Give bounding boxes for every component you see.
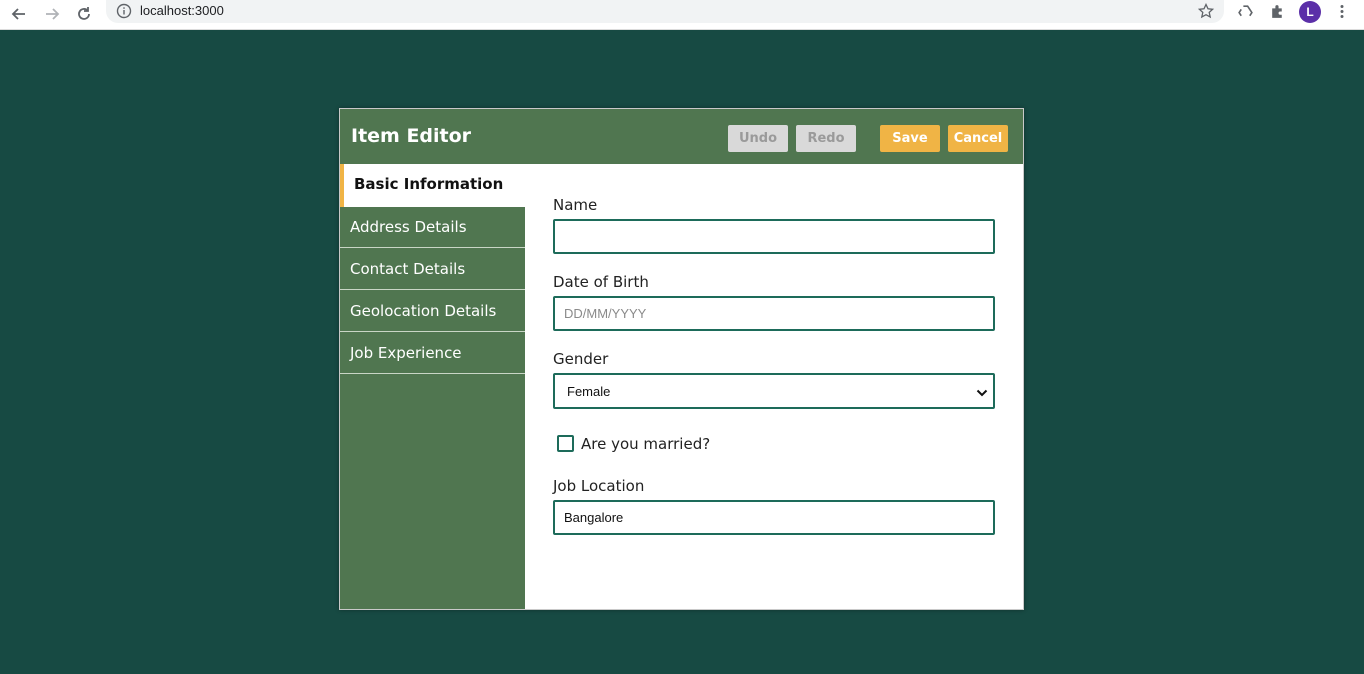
item-editor-panel: Item Editor Undo Redo Save Cancel Basic … — [339, 108, 1024, 610]
puzzle-extensions-icon[interactable] — [1269, 3, 1286, 24]
address-bar[interactable]: localhost:3000 — [106, 0, 1224, 23]
gender-label: Gender — [553, 350, 609, 368]
forward-icon[interactable] — [41, 3, 63, 25]
tab-contact-details[interactable]: Contact Details — [340, 249, 525, 290]
redo-button[interactable]: Redo — [796, 125, 856, 152]
url-text: localhost:3000 — [140, 3, 224, 18]
menu-kebab-icon[interactable] — [1335, 3, 1349, 24]
cancel-button[interactable]: Cancel — [948, 125, 1008, 152]
married-checkbox[interactable] — [557, 435, 574, 452]
undo-button[interactable]: Undo — [728, 125, 788, 152]
tab-basic-information[interactable]: Basic Information — [340, 164, 525, 207]
married-label: Are you married? — [581, 435, 711, 453]
gender-selected-value: Female — [567, 384, 611, 399]
tab-job-experience[interactable]: Job Experience — [340, 333, 525, 374]
tab-address-details[interactable]: Address Details — [340, 207, 525, 248]
sidebar-tabs: Basic Information Address Details Contac… — [340, 164, 525, 609]
bookmark-star-icon[interactable] — [1197, 2, 1215, 23]
dob-input[interactable] — [553, 296, 995, 331]
job-location-label: Job Location — [553, 477, 645, 495]
name-input[interactable] — [553, 219, 995, 254]
info-icon[interactable] — [116, 3, 132, 23]
tab-geolocation-details[interactable]: Geolocation Details — [340, 291, 525, 332]
browser-toolbar: localhost:3000 L — [0, 0, 1364, 30]
recycle-extension-icon[interactable] — [1237, 3, 1254, 24]
back-icon[interactable] — [8, 3, 30, 25]
editor-header: Item Editor Undo Redo Save Cancel — [340, 109, 1023, 164]
profile-avatar[interactable]: L — [1299, 1, 1321, 23]
name-label: Name — [553, 196, 598, 214]
editor-title: Item Editor — [351, 125, 472, 147]
dob-label: Date of Birth — [553, 273, 649, 291]
reload-icon[interactable] — [73, 3, 95, 25]
save-button[interactable]: Save — [880, 125, 940, 152]
chevron-down-icon — [976, 386, 988, 401]
gender-select[interactable]: Female — [553, 373, 995, 409]
job-location-input[interactable] — [553, 500, 995, 535]
